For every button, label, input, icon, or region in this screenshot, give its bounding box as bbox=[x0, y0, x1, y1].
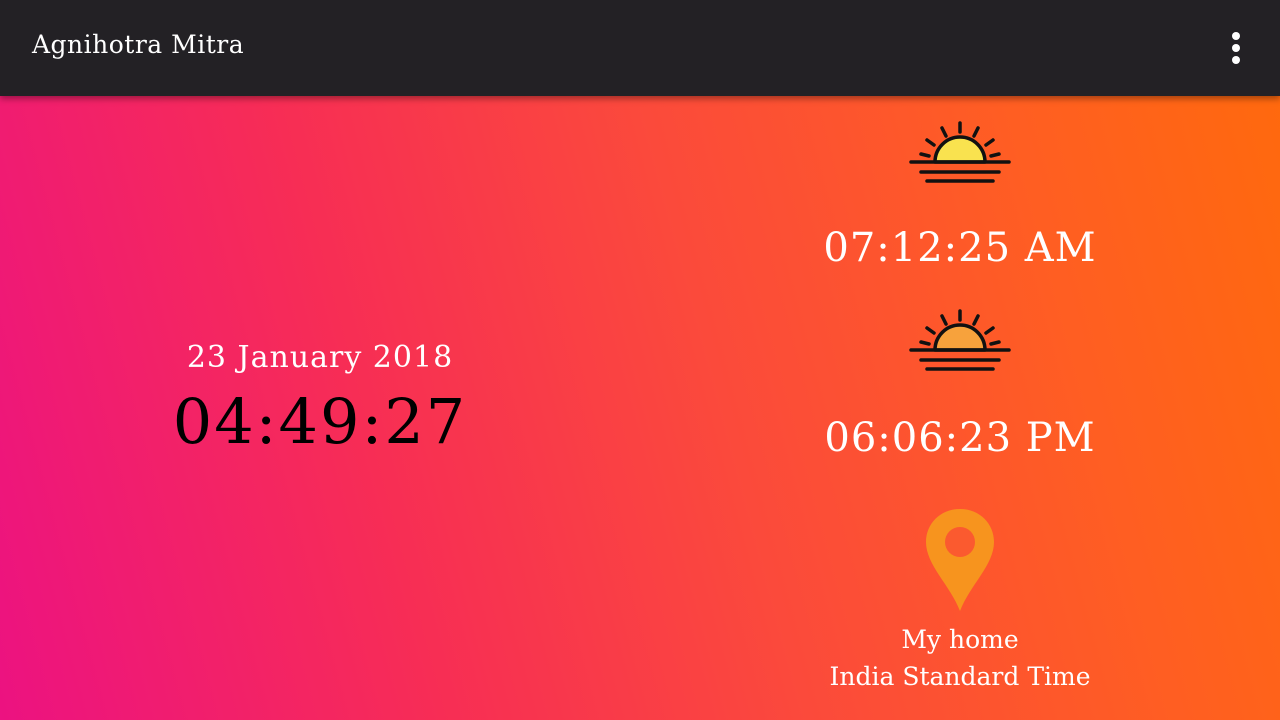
app-screen: Agnihotra Mitra 23 January 2018 04:49:27… bbox=[0, 0, 1280, 720]
current-date: 23 January 2018 bbox=[186, 340, 454, 375]
timezone-label: India Standard Time bbox=[829, 662, 1091, 691]
app-title: Agnihotra Mitra bbox=[32, 30, 245, 59]
sunrise-icon bbox=[909, 121, 1011, 183]
location-name: My home bbox=[901, 625, 1019, 654]
location-pin-icon[interactable] bbox=[922, 505, 998, 613]
app-toolbar: Agnihotra Mitra bbox=[0, 0, 1280, 96]
current-time-clock: 04:49:27 bbox=[172, 385, 468, 458]
sunset-time: 06:06:23 PM bbox=[824, 415, 1096, 461]
sunset-icon bbox=[909, 309, 1011, 371]
sunrise-time: 07:12:25 AM bbox=[823, 225, 1097, 271]
current-datetime-panel: 23 January 2018 04:49:27 bbox=[140, 340, 500, 458]
more-vert-icon[interactable] bbox=[1220, 28, 1252, 68]
